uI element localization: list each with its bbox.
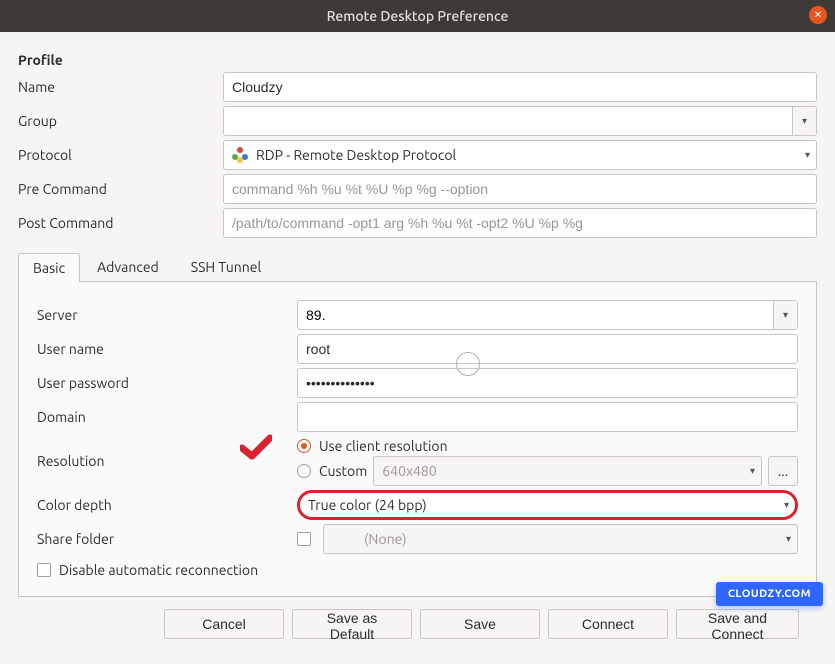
checkbox-unchecked-icon bbox=[297, 532, 311, 546]
resolution-custom-label: Custom bbox=[319, 463, 367, 479]
chevron-down-icon: ▾ bbox=[783, 309, 788, 321]
server-label: Server bbox=[37, 307, 297, 323]
chevron-down-icon: ▾ bbox=[784, 499, 789, 511]
chevron-down-icon: ▾ bbox=[802, 115, 807, 127]
chevron-down-icon: ▾ bbox=[786, 533, 791, 545]
group-input[interactable] bbox=[224, 107, 792, 135]
server-dropdown-button[interactable]: ▾ bbox=[773, 301, 797, 329]
username-label: User name bbox=[37, 341, 297, 357]
protocol-value: RDP - Remote Desktop Protocol bbox=[256, 147, 456, 163]
resolution-use-client-label: Use client resolution bbox=[319, 438, 448, 454]
resolution-custom-value: 640x480 bbox=[382, 463, 436, 479]
save-button[interactable]: Save bbox=[420, 609, 540, 639]
resolution-custom-radio[interactable]: Custom bbox=[297, 463, 367, 479]
tab-strip: Basic Advanced SSH Tunnel bbox=[18, 252, 817, 282]
precommand-input[interactable] bbox=[223, 174, 817, 204]
chevron-down-icon: ▾ bbox=[805, 149, 810, 161]
postcommand-label: Post Command bbox=[18, 215, 223, 231]
group-label: Group bbox=[18, 113, 223, 129]
protocol-label: Protocol bbox=[18, 147, 223, 163]
name-input[interactable] bbox=[223, 72, 817, 102]
rdp-icon bbox=[232, 147, 248, 163]
dialog-button-row: Cancel Save as Default Save Connect Save… bbox=[18, 597, 817, 651]
radio-unchecked-icon bbox=[297, 464, 311, 478]
password-label: User password bbox=[37, 375, 297, 391]
colordepth-label: Color depth bbox=[37, 497, 297, 513]
window-title: Remote Desktop Preference bbox=[327, 8, 509, 24]
server-input[interactable] bbox=[298, 301, 773, 329]
disable-auto-reconnect-checkbox[interactable]: Disable automatic reconnection bbox=[37, 562, 258, 578]
save-default-button[interactable]: Save as Default bbox=[292, 609, 412, 639]
close-icon: ✕ bbox=[814, 10, 822, 20]
colordepth-value: True color (24 bpp) bbox=[308, 497, 427, 513]
group-combo[interactable]: ▾ bbox=[223, 106, 817, 136]
domain-input[interactable] bbox=[297, 402, 798, 432]
connect-button[interactable]: Connect bbox=[548, 609, 668, 639]
checkbox-unchecked-icon bbox=[37, 563, 51, 577]
name-label: Name bbox=[18, 79, 223, 95]
username-input[interactable] bbox=[297, 334, 798, 364]
tab-panel-basic: Server ▾ User name User password bbox=[18, 282, 817, 597]
sharefolder-checkbox[interactable] bbox=[297, 532, 311, 546]
tab-ssh-tunnel[interactable]: SSH Tunnel bbox=[176, 252, 276, 281]
save-connect-button[interactable]: Save and Connect bbox=[676, 609, 799, 639]
resolution-custom-select[interactable]: 640x480 ▾ bbox=[373, 456, 762, 486]
ellipsis-icon: ... bbox=[778, 463, 788, 479]
sharefolder-label: Share folder bbox=[37, 531, 297, 547]
precommand-label: Pre Command bbox=[18, 181, 223, 197]
protocol-select[interactable]: RDP - Remote Desktop Protocol ▾ bbox=[223, 140, 817, 170]
sharefolder-select[interactable]: (None) ▾ bbox=[323, 524, 798, 554]
close-button[interactable]: ✕ bbox=[809, 6, 827, 24]
tab-advanced[interactable]: Advanced bbox=[82, 252, 174, 281]
cancel-button[interactable]: Cancel bbox=[164, 609, 284, 639]
resolution-label: Resolution bbox=[37, 453, 297, 469]
titlebar: Remote Desktop Preference ✕ bbox=[0, 0, 835, 32]
resolution-use-client-radio[interactable]: Use client resolution bbox=[297, 438, 798, 454]
postcommand-input[interactable] bbox=[223, 208, 817, 238]
profile-heading: Profile bbox=[18, 52, 817, 68]
radio-checked-icon bbox=[297, 439, 311, 453]
domain-label: Domain bbox=[37, 409, 297, 425]
sharefolder-value: (None) bbox=[364, 531, 407, 547]
tab-basic[interactable]: Basic bbox=[18, 253, 80, 282]
disable-auto-reconnect-label: Disable automatic reconnection bbox=[59, 562, 258, 578]
server-combo[interactable]: ▾ bbox=[297, 300, 798, 330]
group-dropdown-button[interactable]: ▾ bbox=[792, 107, 816, 135]
chevron-down-icon: ▾ bbox=[750, 465, 755, 477]
cloudzy-badge: CLOUDZY.COM bbox=[716, 582, 823, 606]
password-input[interactable] bbox=[297, 368, 798, 398]
resolution-more-button[interactable]: ... bbox=[768, 456, 798, 486]
colordepth-select[interactable]: True color (24 bpp) ▾ bbox=[297, 490, 798, 520]
